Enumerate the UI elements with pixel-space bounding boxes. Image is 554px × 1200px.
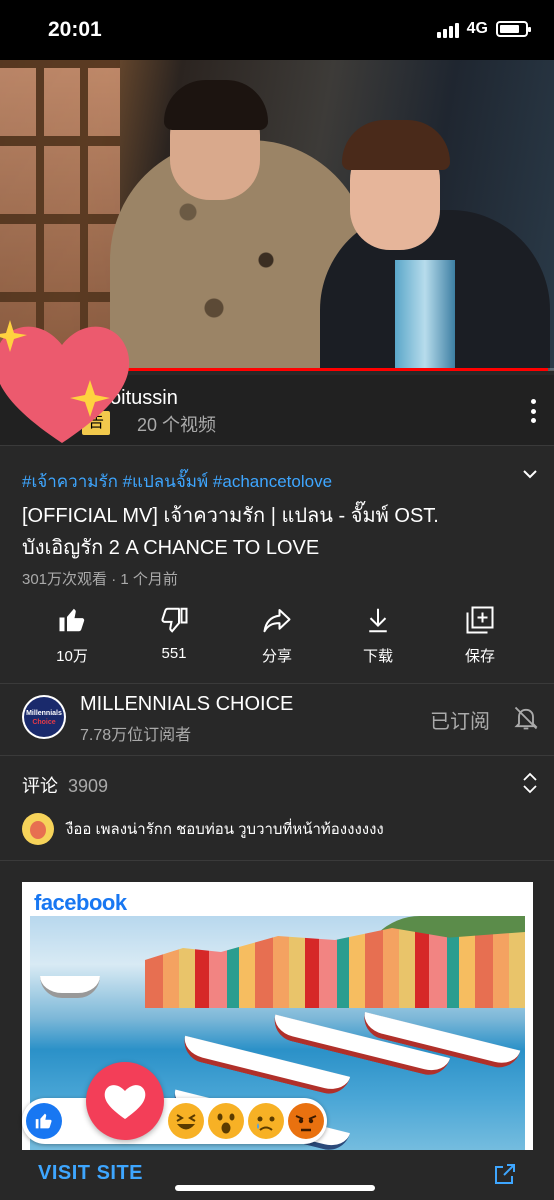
channel-row[interactable]: Millennials Choice MILLENNIALS CHOICE 7.7… [0,685,554,755]
home-indicator[interactable] [175,1185,375,1191]
battery-icon [496,21,531,37]
comments-header[interactable]: 评论 3909 [22,772,108,798]
thumbs-down-icon [161,607,188,633]
status-time: 20:01 [48,18,102,41]
save-button[interactable]: 保存 [435,605,525,666]
wow-reaction-icon[interactable] [208,1103,244,1139]
status-bar: 20:01 4G [0,0,554,60]
more-vert-icon[interactable] [530,399,536,423]
ad-video-count: 20 个视频 [137,415,217,435]
video-hashtags[interactable]: #เจ้าความรัก #แปลนจั๊มพ์ #achancetolove [22,468,332,495]
like-button[interactable]: 10万 [27,605,117,666]
comment-text: งืออ เพลงน่ารักก ชอบท่อน วูบวาบที่หน้าท้… [66,821,384,838]
expand-sort-icon[interactable] [522,772,538,794]
chevron-down-icon[interactable] [520,464,540,484]
share-button[interactable]: 分享 [232,605,322,666]
video-meta: 301万次观看 · 1 个月前 [22,571,178,588]
reaction-bar [22,1098,327,1144]
bell-off-icon[interactable] [512,703,540,733]
external-link-icon[interactable] [493,1162,517,1186]
heart-sticker-icon [0,320,130,443]
like-reaction-icon[interactable] [26,1103,62,1139]
dislike-button[interactable]: 551 [129,605,219,662]
comments-count: 3909 [68,776,109,796]
visit-site-bar[interactable]: VISIT SITE [22,1150,533,1200]
signal-icon [436,20,459,38]
thumbs-up-icon [59,608,85,632]
download-icon [369,608,387,633]
share-icon [263,609,291,633]
sad-reaction-icon[interactable] [248,1103,284,1139]
angry-reaction-icon[interactable] [288,1103,324,1139]
subscribed-button[interactable]: 已订阅 [430,705,490,734]
network-type: 4G [466,20,488,37]
visit-site-button[interactable]: VISIT SITE [38,1162,143,1185]
channel-subscribers: 7.78万位订阅者 [80,727,192,744]
haha-reaction-icon[interactable] [168,1103,204,1139]
love-reaction-icon[interactable] [86,1062,164,1140]
status-indicators: 4G [436,20,531,38]
commenter-avatar [22,813,54,845]
download-button[interactable]: 下载 [333,605,423,666]
channel-name[interactable]: MILLENNIALS CHOICE [80,693,293,716]
action-bar: 10万 551 分享 下载 保存 [0,605,554,675]
channel-avatar[interactable]: Millennials Choice [22,695,66,739]
save-playlist-icon [466,606,494,634]
facebook-logo: facebook [34,890,127,915]
video-title: [OFFICIAL MV] เจ้าความรัก | แปลน - จั๊มพ… [22,505,439,559]
comment-preview[interactable]: งืออ เพลงน่ารักก ชอบท่อน วูบวาบที่หน้าท้… [22,812,384,846]
